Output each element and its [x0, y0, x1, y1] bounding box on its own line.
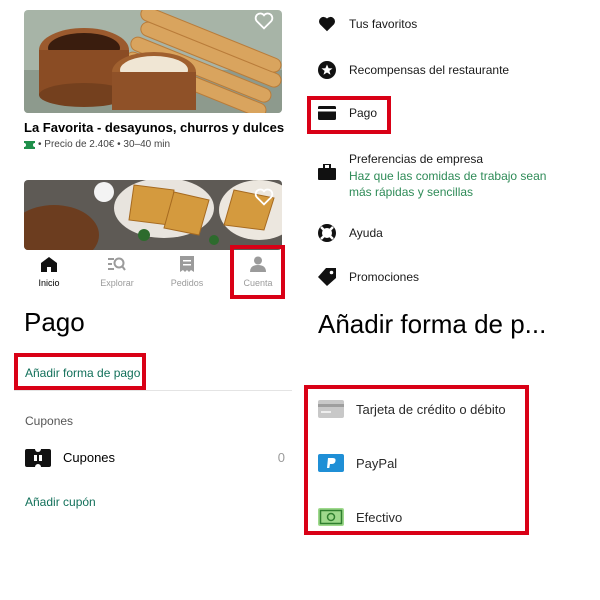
menu-label-recompensas: Recompensas del restaurante [349, 63, 510, 77]
highlight-add-payment [14, 353, 146, 390]
nav-label-explorar: Explorar [100, 278, 134, 288]
lifebuoy-icon [318, 224, 336, 242]
highlight-cuenta [230, 245, 285, 299]
restaurant-photo-churros[interactable] [24, 10, 282, 113]
divider [14, 390, 292, 391]
favorite-heart-icon-2[interactable] [254, 188, 274, 206]
favorite-heart-icon[interactable] [254, 12, 274, 30]
coupons-row-label: Cupones [63, 450, 116, 465]
restaurant-name[interactable]: La Favorita - desayunos, churros y dulce… [24, 120, 284, 135]
account-menu: Tus favoritos Recompensas del restaurant… [318, 0, 600, 300]
highlight-pago-menu [307, 96, 391, 134]
receipt-icon [180, 256, 194, 272]
star-badge-icon [318, 61, 336, 79]
nav-item-inicio[interactable]: Inicio [24, 256, 74, 288]
menu-label-favoritos: Tus favoritos [349, 17, 418, 31]
menu-label-promociones: Promociones [349, 270, 420, 284]
add-payment-title: Añadir forma de p... [318, 309, 547, 339]
menu-label-preferencias: Preferencias de empresa [349, 152, 484, 166]
home-icon [41, 257, 57, 272]
restaurant-meta-row: • Precio de 2.40€ • 30–40 min [24, 139, 170, 150]
nav-label-pedidos: Pedidos [170, 278, 204, 288]
menu-item-promociones[interactable]: Promociones [318, 268, 419, 286]
coupon-ticket-icon [25, 449, 51, 467]
menu-item-preferencias[interactable]: Preferencias de empresa Haz que las comi… [318, 152, 564, 200]
coupons-count: 0 [277, 450, 285, 465]
tag-icon [318, 268, 336, 286]
menu-item-favoritos[interactable]: Tus favoritos [318, 16, 417, 32]
restaurant-meta: • Precio de 2.40€ • 30–40 min [38, 139, 171, 150]
heart-icon [319, 16, 335, 32]
restaurant-photo-waffles[interactable] [24, 180, 282, 250]
menu-item-recompensas[interactable]: Recompensas del restaurante [318, 61, 509, 79]
ticket-icon [24, 140, 35, 149]
explore-icon [108, 257, 126, 271]
briefcase-icon [318, 164, 336, 180]
menu-subtitle-preferencias: Haz que las comidas de trabajo sean más … [349, 169, 547, 199]
nav-label-inicio: Inicio [38, 278, 60, 288]
nav-item-pedidos[interactable]: Pedidos [162, 256, 212, 288]
highlight-payment-methods [304, 385, 529, 535]
menu-item-ayuda[interactable]: Ayuda [318, 224, 383, 242]
add-coupon-link[interactable]: Añadir cupón [25, 495, 96, 509]
coupons-section-header: Cupones [25, 414, 74, 428]
nav-item-explorar[interactable]: Explorar [92, 256, 142, 288]
coupons-row[interactable]: Cupones 0 [25, 447, 285, 469]
page-title: Pago [24, 307, 85, 337]
menu-label-ayuda: Ayuda [349, 226, 383, 240]
